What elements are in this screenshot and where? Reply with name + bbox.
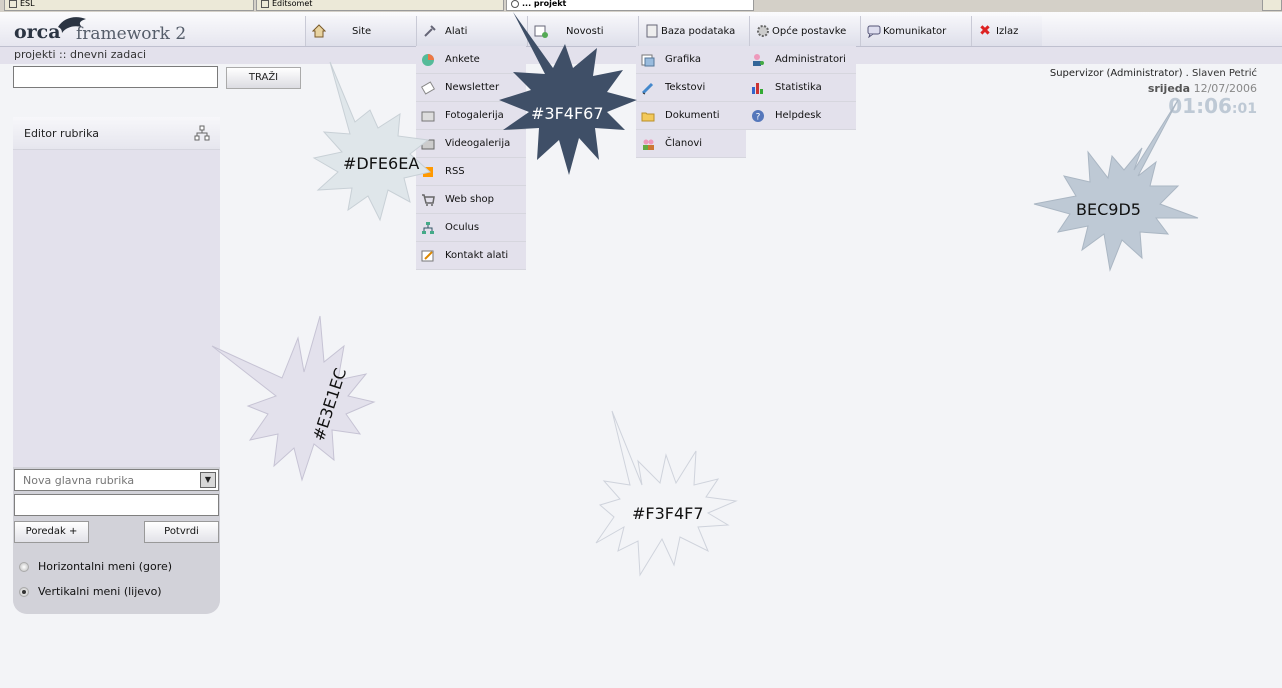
globe-icon [511,0,519,8]
browser-tab[interactable]: ESL [4,0,254,11]
radio-vertical[interactable] [19,587,29,597]
baza-menu: Grafika Tekstovi Dokumenti Članovi [636,46,746,158]
nav-baza-podataka[interactable]: Baza podataka [638,16,749,46]
search-button[interactable]: TRAŽI [226,67,301,89]
chat-icon [867,24,881,38]
nav-opce-postavke[interactable]: Opće postavke [749,16,860,46]
nav-izlaz[interactable]: ✖ Izlaz [971,16,1042,46]
window-button[interactable] [1262,0,1282,11]
clock-seconds: :01 [1231,101,1257,117]
callout-shape [312,61,432,222]
database-icon [645,24,659,38]
menu-item-statistika[interactable]: Statistika [746,74,856,102]
menu-item-tekstovi[interactable]: Tekstovi [636,74,746,102]
rubric-select[interactable]: Nova glavna rubrika ▼ [14,469,219,491]
browser-tab[interactable]: Editsomet [256,0,504,11]
breadcrumb: projekti :: dnevni zadaci [14,48,147,61]
user-role: Supervizor (Administrator) . [1049,68,1189,79]
menu-item-administratori[interactable]: Administratori [746,46,856,74]
menu-item-dokumenti[interactable]: Dokumenti [636,102,746,130]
callout-label: BEC9D5 [1076,200,1141,219]
postavke-menu: Administratori Statistika ? Helpdesk [746,46,856,130]
editor-panel: Editor rubrika Nova glavna rubrika ▼ Por… [13,117,220,614]
user-name: Slaven Petrić [1192,68,1257,79]
callout-shape [1033,100,1199,272]
form-icon [420,248,436,264]
menu-item-helpdesk[interactable]: ? Helpdesk [746,102,856,130]
callout-label: #3F4F67 [531,104,604,123]
page-icon [9,0,17,8]
callout-shape [499,12,637,175]
confirm-button[interactable]: Potvrdi [144,521,219,543]
nav-komunikator[interactable]: Komunikator [860,16,971,46]
callout-shape [211,315,376,482]
settings-icon [756,24,770,38]
callout-label: #DFE6EA [343,154,420,173]
home-icon [312,24,326,38]
user-info: Supervizor (Administrator) . Slaven Petr… [1050,68,1257,79]
menu-item-kontakt-alati[interactable]: Kontakt alati [416,242,526,270]
tools-icon [423,24,437,38]
order-button[interactable]: Poredak + [14,521,89,543]
callout-label: #F3F4F7 [632,504,704,523]
page-icon [261,0,269,8]
radio-vertical-label: Vertikalni meni (lijevo) [38,585,162,598]
admin-icon [750,52,766,68]
callout-shape [595,410,738,577]
menu-item-clanovi[interactable]: Članovi [636,130,746,158]
menu-item-grafika[interactable]: Grafika [636,46,746,74]
close-icon: ✖ [979,23,991,39]
bar-chart-icon [750,80,766,96]
help-icon: ? [750,108,766,124]
editor-panel-title: Editor rubrika [24,127,100,140]
search-input[interactable] [13,66,218,88]
rubric-name-input[interactable] [14,494,219,516]
svg-text:?: ? [756,112,761,122]
editor-panel-header: Editor rubrika [13,117,220,150]
sitemap-icon[interactable] [194,125,210,144]
radio-horizontal[interactable] [19,562,29,572]
radio-horizontal-label: Horizontalni meni (gore) [38,560,173,573]
